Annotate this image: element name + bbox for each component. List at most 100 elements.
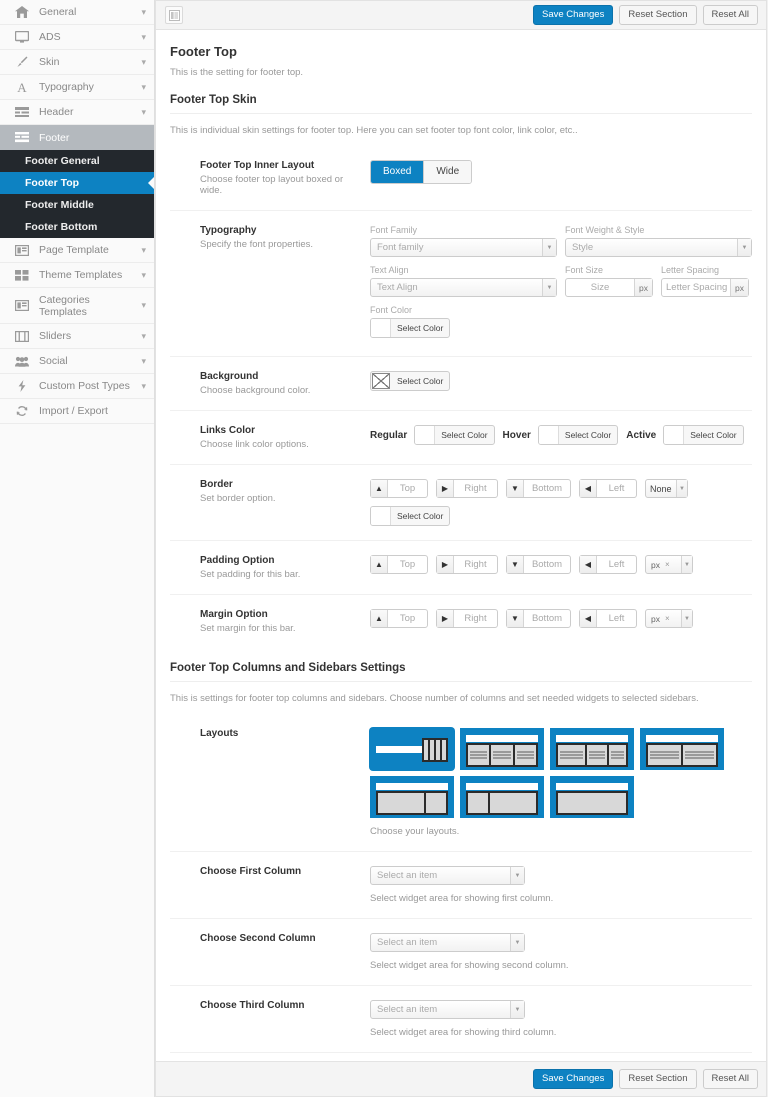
sidebar-item-import-export[interactable]: Import / Export	[0, 399, 154, 424]
margin-unit-select[interactable]: px × ▼	[645, 609, 693, 628]
font-weight-select[interactable]: Style ▼	[565, 238, 752, 257]
sidebar-subitem-label: Footer Bottom	[25, 221, 98, 233]
typography-row-1: Font Family Font family ▼ Font Weight & …	[370, 225, 752, 257]
color-swatch	[371, 319, 391, 337]
reset-section-button-bottom[interactable]: Reset Section	[619, 1068, 697, 1090]
font-weight-label: Font Weight & Style	[565, 225, 645, 235]
sidebar-subitem-footer-general[interactable]: Footer General	[0, 150, 154, 172]
chevron-down-icon: ▼	[542, 279, 556, 296]
layout-option-three-equal-columns[interactable]	[460, 728, 544, 770]
background-color-picker[interactable]: Select Color	[370, 371, 451, 391]
padding-unit-select[interactable]: px × ▼	[645, 555, 693, 574]
sidebar-item-typography[interactable]: A Typography ▾	[0, 75, 154, 100]
layout-option-wide-narrow-narrow[interactable]	[550, 728, 634, 770]
second-column-select[interactable]: Select an item ▼	[370, 933, 525, 952]
select-color-label: Select Color	[564, 430, 612, 440]
padding-left-value: Left	[608, 559, 625, 570]
sidebar-subitem-footer-top[interactable]: Footer Top	[0, 172, 154, 194]
field-background: Background Choose background color. Sele…	[170, 357, 752, 411]
field-control: Select an item ▼ Select widget area for …	[370, 866, 752, 904]
clear-icon[interactable]: ×	[665, 560, 670, 569]
border-top-input[interactable]: ▲ Top	[370, 479, 428, 498]
book-icon[interactable]	[165, 6, 183, 24]
padding-right-input[interactable]: ▶ Right	[436, 555, 498, 574]
field-control: Select an item ▼ Select widget area for …	[370, 1000, 752, 1038]
field-first-column: Choose First Column Select an item ▼ Sel…	[170, 852, 752, 919]
text-align-select[interactable]: Text Align ▼	[370, 278, 557, 297]
padding-top-input[interactable]: ▲ Top	[370, 555, 428, 574]
sidebar-item-social[interactable]: Social ▾	[0, 349, 154, 374]
second-column-select-wrap: Select an item ▼	[370, 933, 525, 952]
sidebar-item-label: ADS	[39, 31, 61, 43]
margin-top-input[interactable]: ▲ Top	[370, 609, 428, 628]
color-swatch	[664, 426, 685, 444]
padding-bottom-input[interactable]: ▼ Bottom	[506, 555, 571, 574]
inner-layout-option-wide[interactable]: Wide	[424, 161, 472, 183]
third-column-select[interactable]: Select an item ▼	[370, 1000, 525, 1019]
margin-bottom-input[interactable]: ▼ Bottom	[506, 609, 571, 628]
padding-unit-value: px	[651, 559, 660, 570]
border-color-picker[interactable]: Select Color	[370, 506, 451, 526]
font-size-input[interactable]: Size px	[565, 278, 653, 297]
sidebar-item-label: General	[39, 6, 77, 18]
margin-left-input[interactable]: ◀ Left	[579, 609, 637, 628]
first-column-select[interactable]: Select an item ▼	[370, 866, 525, 885]
people-icon	[14, 354, 30, 368]
field-control: Select Color	[370, 371, 752, 396]
link-state-regular: Regular Select Color	[370, 425, 495, 445]
margin-left-value: Left	[608, 613, 625, 624]
save-changes-button[interactable]: Save Changes	[533, 4, 614, 26]
sidebar-item-footer[interactable]: Footer	[0, 125, 154, 150]
field-title: Typography	[200, 225, 257, 236]
sidebar-subitem-footer-bottom[interactable]: Footer Bottom	[0, 216, 154, 238]
border-right-input[interactable]: ▶ Right	[436, 479, 498, 498]
sidebar-item-label: Categories Templates	[39, 293, 90, 318]
film-icon	[14, 329, 30, 343]
layout-option-single-full-column[interactable]	[550, 776, 634, 818]
svg-text:A: A	[17, 81, 27, 93]
reset-all-button[interactable]: Reset All	[702, 4, 758, 26]
sidebar-item-sliders[interactable]: Sliders ▾	[0, 324, 154, 349]
sidebar-item-skin[interactable]: Skin ▾	[0, 50, 154, 75]
clear-icon[interactable]: ×	[665, 614, 670, 623]
sidebar-item-theme-templates[interactable]: Theme Templates ▾	[0, 263, 154, 288]
border-left-input[interactable]: ◀ Left	[579, 479, 637, 498]
sidebar-item-custom-post-types[interactable]: Custom Post Types ▾	[0, 374, 154, 399]
reset-section-button[interactable]: Reset Section	[619, 4, 697, 26]
border-top-value: Top	[399, 483, 416, 494]
layout-option-four-equal-columns[interactable]	[370, 728, 454, 770]
link-state-active: Active Select Color	[626, 425, 744, 445]
padding-left-input[interactable]: ◀ Left	[579, 555, 637, 574]
letter-spacing-input[interactable]: Letter Spacing px	[661, 278, 749, 297]
thumb-columns	[466, 791, 538, 815]
font-family-select[interactable]: Font family ▼	[370, 238, 557, 257]
margin-right-input[interactable]: ▶ Right	[436, 609, 498, 628]
padding-bottom-value: Bottom	[531, 559, 563, 570]
sidebar-item-ads[interactable]: ADS ▾	[0, 25, 154, 50]
font-color-picker[interactable]: Select Color	[370, 318, 451, 338]
layout-option-wide-left-narrow-right[interactable]	[370, 776, 454, 818]
hover-link-color-picker[interactable]: Select Color	[537, 425, 619, 445]
settings-panel: Save Changes Reset Section Reset All Foo…	[155, 0, 767, 1097]
sidebar-item-page-template[interactable]: Page Template ▾	[0, 238, 154, 263]
sidebar-item-header[interactable]: Header ▾	[0, 100, 154, 125]
second-column-value: Select an item	[377, 937, 438, 948]
sidebar-item-label: Import / Export	[39, 405, 108, 417]
border-bottom-input[interactable]: ▼ Bottom	[506, 479, 571, 498]
reset-all-button-bottom[interactable]: Reset All	[702, 1068, 758, 1090]
border-style-select[interactable]: None ▼	[645, 479, 688, 498]
save-changes-button-bottom[interactable]: Save Changes	[533, 1068, 614, 1090]
footer-bar-icon	[14, 131, 30, 145]
inner-layout-option-boxed[interactable]: Boxed	[371, 161, 425, 183]
border-left-value: Left	[608, 483, 625, 494]
layout-option-two-equal-columns[interactable]	[640, 728, 724, 770]
regular-link-color-picker[interactable]: Select Color	[414, 425, 495, 445]
chevron-down-icon: ▾	[141, 300, 146, 310]
active-link-color-picker[interactable]: Select Color	[663, 425, 744, 445]
sidebar-item-categories-templates[interactable]: Categories Templates ▾	[0, 288, 154, 324]
chevron-down-icon: ▾	[141, 56, 146, 67]
sidebar-subitem-footer-middle[interactable]: Footer Middle	[0, 194, 154, 216]
layout-option-narrow-left-wide-right[interactable]	[460, 776, 544, 818]
thumb-columns	[556, 743, 628, 767]
sidebar-item-general[interactable]: General ▾	[0, 0, 154, 25]
